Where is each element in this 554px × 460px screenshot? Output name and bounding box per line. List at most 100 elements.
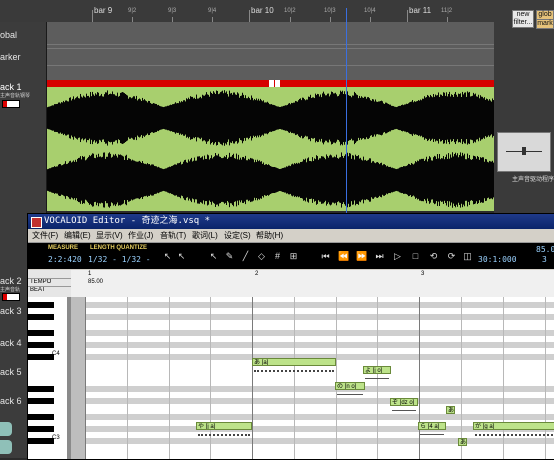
note-block[interactable]: ぞ [dz o] [390,398,418,406]
menu-view[interactable]: 显示(V) [96,230,123,241]
repeat-icon[interactable]: ⟳ [446,251,457,262]
note-block[interactable]: の [n o] [335,382,365,390]
vibrato-curve [475,430,553,436]
side-tab[interactable] [0,440,12,454]
side-tab[interactable] [0,422,12,436]
measure-value[interactable]: 2:2:420 [48,255,82,264]
fast-forward-icon[interactable]: ⏩ [356,251,367,262]
track6-label[interactable]: ack 6 [0,396,22,406]
snap-tool-icon[interactable]: ⊞ [288,251,299,262]
eraser-tool-icon[interactable]: ◇ [256,251,267,262]
ruler-label: bar 10 [251,6,274,15]
track5-label[interactable]: ack 5 [0,367,22,377]
note-block[interactable]: や [j a] [196,422,252,430]
arrow-tool-icon[interactable]: ↖ [162,251,173,262]
clip-handle[interactable] [275,80,280,87]
arrow-step-icon[interactable]: ↖ [176,251,187,262]
marker-track-label[interactable]: arker [0,52,21,62]
app-icon [31,217,42,228]
menu-help[interactable]: 帮助(H) [256,230,283,241]
measure-number: 3 [421,271,425,277]
new-filter-button[interactable]: new filter... [512,10,534,28]
piano-roll-grid[interactable]: あ [a] よ [j o] の [n o] ぞ [dz o] や [j a] ら… [71,297,554,459]
pointer-tool-icon[interactable]: ↖ [208,251,219,262]
note-block[interactable]: あ [446,406,455,414]
octave-label-c3: C3 [52,435,60,441]
ruler-label: 9|3 [168,8,177,14]
editor-ruler[interactable]: TEMPO BEAT 1 2 3 85.00 [28,270,554,297]
track4-label[interactable]: ack 4 [0,338,22,348]
vocaloid-editor-window[interactable]: VOCALOID Editor - 奇迹之海.vsq * 文件(F) 编辑(E)… [27,213,554,460]
menu-edit[interactable]: 编辑(E) [64,230,91,241]
vibrato-curve [392,406,416,411]
forward-end-icon[interactable]: ⏭ [374,251,385,262]
mark-button[interactable]: mark [536,19,554,29]
lane-divider [47,48,494,49]
black-key[interactable] [28,386,54,392]
grid-row [71,342,554,348]
pencil-tool-icon[interactable]: ✎ [224,251,235,262]
track1-label[interactable]: ack 1 [0,82,22,92]
grid-row [71,302,554,308]
ruler-track[interactable] [71,270,554,297]
grid-row [71,314,554,320]
menu-lyrics[interactable]: 歌词(L) [192,230,218,241]
note-block[interactable]: あ [a] [252,358,336,366]
play-icon[interactable]: ▷ [392,251,403,262]
black-key[interactable] [28,414,54,420]
black-key[interactable] [28,354,54,360]
black-key[interactable] [28,342,54,348]
note-block[interactable]: が [g a] [473,422,554,430]
plugin-slider-box[interactable] [497,132,551,172]
grid-tool-icon[interactable]: # [272,251,283,262]
quantize-select[interactable]: 1/32 - 1/32 - [88,255,151,264]
new-filter-label: new filter... [513,11,533,26]
lane-divider [47,44,494,45]
menu-settings[interactable]: 设定(S) [224,230,251,241]
quantize-label: LENGTH QUANTIZE [90,245,147,251]
loop-icon[interactable]: ⟲ [428,251,439,262]
global-track-label[interactable]: obal [0,30,17,40]
audio-waveform [47,87,494,211]
menu-file[interactable]: 文件(F) [32,230,58,241]
black-key[interactable] [28,438,54,444]
black-key[interactable] [28,398,54,404]
tempo-marker[interactable]: 85.00 [88,279,103,285]
menu-job[interactable]: 作业(J) [128,230,153,241]
rewind-icon[interactable]: ⏪ [338,251,349,262]
track1-waveform-clip[interactable] [47,87,494,211]
track1-sub-label: 主声音轨钢琴 [0,93,31,99]
clip-handle[interactable] [269,80,274,87]
rewind-start-icon[interactable]: ⏮ [320,251,331,262]
note-block[interactable]: ら [4 a] [418,422,446,430]
note-block[interactable]: あ [458,438,467,446]
playback-cursor[interactable] [346,8,347,213]
glob-label: glob [538,11,552,18]
grid-row [71,438,554,444]
global-lane[interactable] [47,22,494,80]
piano-keyboard[interactable]: C4 C3 [28,297,71,459]
black-key[interactable] [28,426,54,432]
track2-label[interactable]: ack 2 [0,276,22,286]
beat-line [127,297,128,459]
ruler-label: bar 9 [94,6,113,15]
stop-icon[interactable]: □ [410,251,421,262]
window-titlebar[interactable]: VOCALOID Editor - 奇迹之海.vsq * [28,214,554,229]
daw-timeline-ruler[interactable]: bar 9 9|2 9|3 9|4 bar 10 10|2 10|3 10|4 … [0,0,554,23]
ruler-label: 10|3 [324,8,336,14]
record-icon[interactable]: ◫ [462,251,473,262]
black-key[interactable] [28,330,54,336]
track1-clip-header[interactable] [47,80,494,87]
menu-track[interactable]: 音轨(T) [160,230,186,241]
note-block[interactable]: よ [j o] [363,366,391,374]
track1-record-button[interactable] [2,100,20,108]
grid-row [71,386,554,392]
tempo-row-label: TEMPO [30,279,52,285]
black-key[interactable] [28,302,54,308]
line-tool-icon[interactable]: ╱ [240,251,251,262]
track3-label[interactable]: ack 3 [0,306,22,316]
black-key[interactable] [28,314,54,320]
track2-record-button[interactable] [2,293,20,301]
slider-thumb[interactable] [522,147,526,155]
note-lyric: あ [448,408,455,414]
